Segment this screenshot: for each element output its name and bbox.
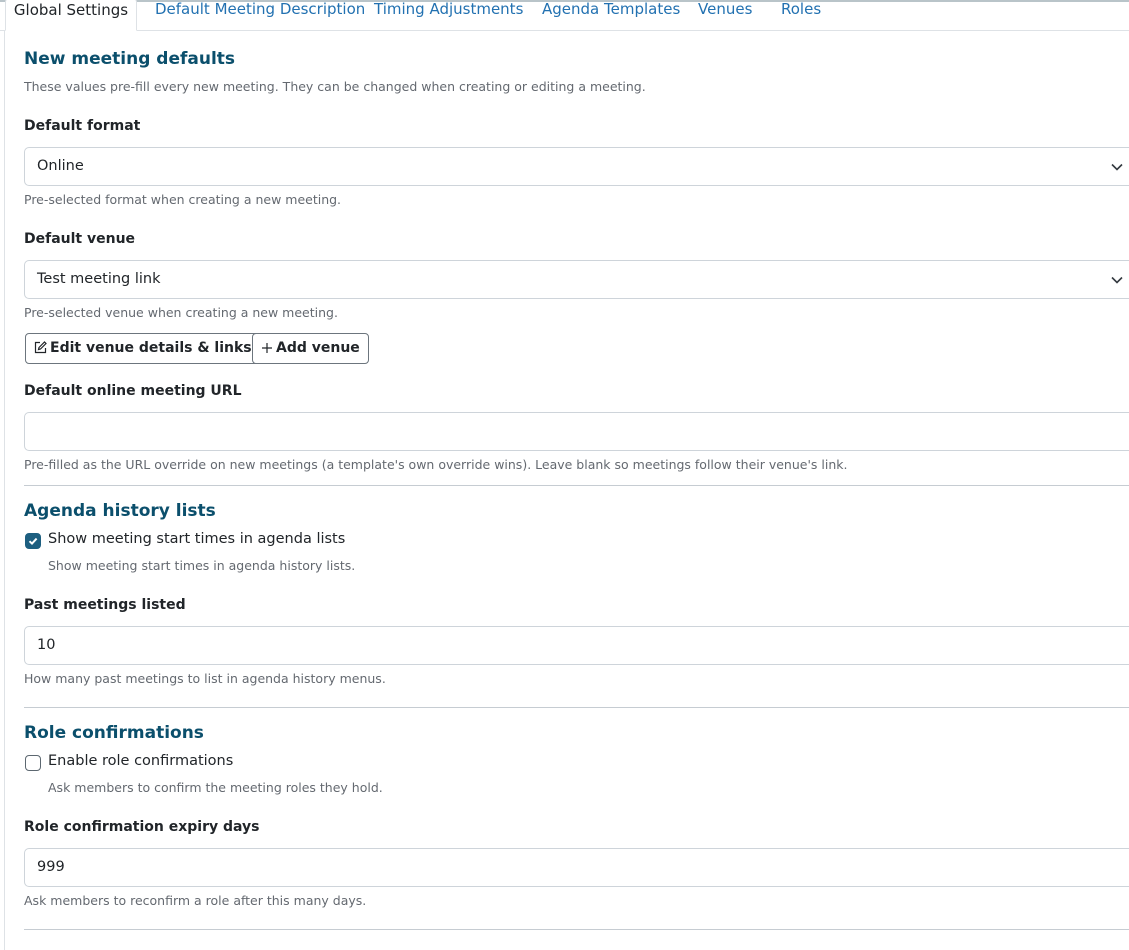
edit-venue-button-label: Edit venue details & links — [50, 340, 252, 356]
past-meetings-help: How many past meetings to list in agenda… — [24, 671, 386, 686]
default-online-url-label: Default online meeting URL — [24, 383, 242, 399]
default-online-url-help: Pre-filled as the URL override on new me… — [24, 457, 848, 472]
section-heading-role-confirmations: Role confirmations — [24, 723, 204, 743]
pencil-square-icon — [34, 341, 47, 354]
section-heading-agenda-history: Agenda history lists — [24, 501, 216, 521]
tab-roles[interactable]: Roles — [781, 0, 821, 30]
default-format-help: Pre-selected format when creating a new … — [24, 192, 342, 207]
tab-default-meeting-description[interactable]: Default Meeting Description — [155, 0, 365, 30]
tab-venues[interactable]: Venues — [698, 0, 752, 30]
add-venue-button[interactable]: Add venue — [252, 333, 369, 364]
check-icon — [28, 537, 38, 546]
enable-role-confirmations-label[interactable]: Enable role confirmations — [48, 753, 233, 769]
tab-global-settings[interactable]: Global Settings — [5, 0, 137, 31]
default-venue-label: Default venue — [24, 231, 136, 247]
plus-icon — [262, 343, 272, 353]
edit-venue-button[interactable]: Edit venue details & links — [25, 333, 261, 364]
enable-role-confirmations-help: Ask members to confirm the meeting roles… — [48, 780, 383, 795]
show-start-times-checkbox[interactable] — [25, 533, 41, 549]
section-divider — [24, 485, 1129, 486]
show-start-times-help: Show meeting start times in agenda histo… — [48, 558, 356, 573]
tab-agenda-templates[interactable]: Agenda Templates — [542, 0, 680, 30]
role-confirmation-expiry-help: Ask members to reconfirm a role after th… — [24, 893, 367, 908]
default-venue-select[interactable]: Test meeting link — [24, 260, 1129, 299]
section-heading-meeting-defaults: New meeting defaults — [24, 49, 236, 69]
role-confirmation-expiry-input[interactable]: 999 — [24, 848, 1129, 887]
show-start-times-label[interactable]: Show meeting start times in agenda lists — [48, 531, 345, 547]
chevron-down-icon — [1111, 276, 1123, 284]
add-venue-button-label: Add venue — [276, 340, 360, 356]
section-intro: These values pre-fill every new meeting.… — [24, 79, 646, 94]
default-online-url-input[interactable] — [24, 412, 1129, 451]
default-venue-help: Pre-selected venue when creating a new m… — [24, 305, 338, 320]
past-meetings-input[interactable]: 10 — [24, 626, 1129, 665]
past-meetings-label: Past meetings listed — [24, 597, 186, 613]
role-confirmation-expiry-label: Role confirmation expiry days — [24, 819, 260, 835]
section-divider — [24, 929, 1129, 930]
enable-role-confirmations-checkbox[interactable] — [25, 755, 41, 771]
default-format-label: Default format — [24, 118, 141, 134]
chevron-down-icon — [1111, 163, 1123, 171]
section-divider — [24, 707, 1129, 708]
tab-timing-adjustments[interactable]: Timing Adjustments — [374, 0, 523, 30]
default-format-select[interactable]: Online — [24, 147, 1129, 186]
settings-tabs: Global Settings Default Meeting Descript… — [0, 0, 1129, 31]
